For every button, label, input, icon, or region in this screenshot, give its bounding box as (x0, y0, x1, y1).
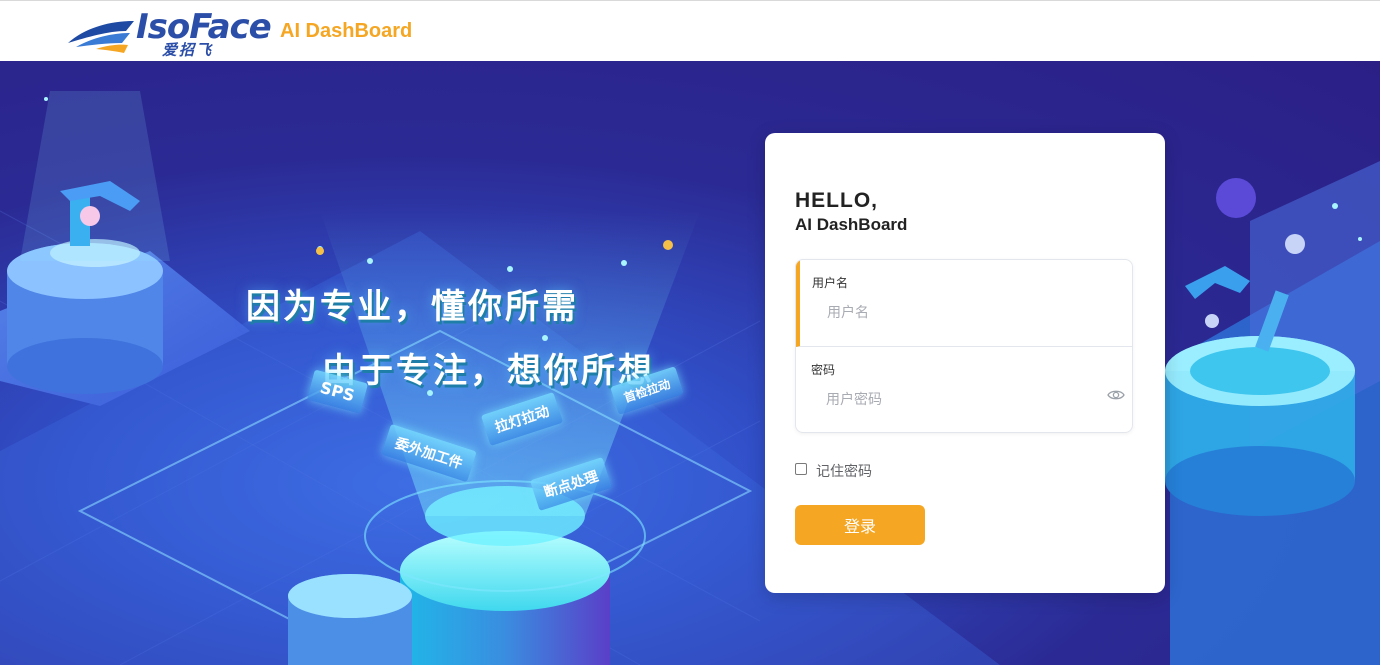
app-title: AI DashBoard (280, 20, 413, 42)
hero-banner: 因为专业，懂你所需 由于专注，想你所想 SPS 拉灯拉动 委外加工件 断点处理 … (0, 61, 1380, 665)
password-field: 密码 (796, 347, 1132, 432)
show-password-icon[interactable] (1107, 388, 1125, 402)
slogan-line-1: 因为专业，懂你所需 (246, 287, 579, 327)
remember-label[interactable]: 记住密码 (816, 461, 872, 481)
username-field: 用户名 (796, 260, 1132, 347)
credentials-group: 用户名 密码 (795, 259, 1133, 433)
top-header: IsoFace 爱招飞 AI DashBoard (0, 0, 1380, 61)
isometric-illustration (0, 91, 1380, 665)
username-label: 用户名 (812, 276, 849, 290)
username-input[interactable] (827, 302, 1097, 322)
greeting-heading: HELLO, (795, 189, 878, 212)
slogan-line-2: 由于专注，想你所想 (322, 351, 655, 391)
login-card: HELLO, AI DashBoard 用户名 密码 记住密码 登录 (765, 133, 1165, 593)
logo-chinese: 爱招飞 (162, 41, 214, 59)
isoface-logo: IsoFace 爱招飞 (66, 7, 272, 59)
password-label: 密码 (811, 363, 836, 377)
password-input[interactable] (826, 389, 1096, 409)
remember-checkbox[interactable] (795, 463, 807, 475)
login-button[interactable]: 登录 (795, 505, 925, 545)
greeting-subtitle: AI DashBoard (795, 215, 908, 234)
